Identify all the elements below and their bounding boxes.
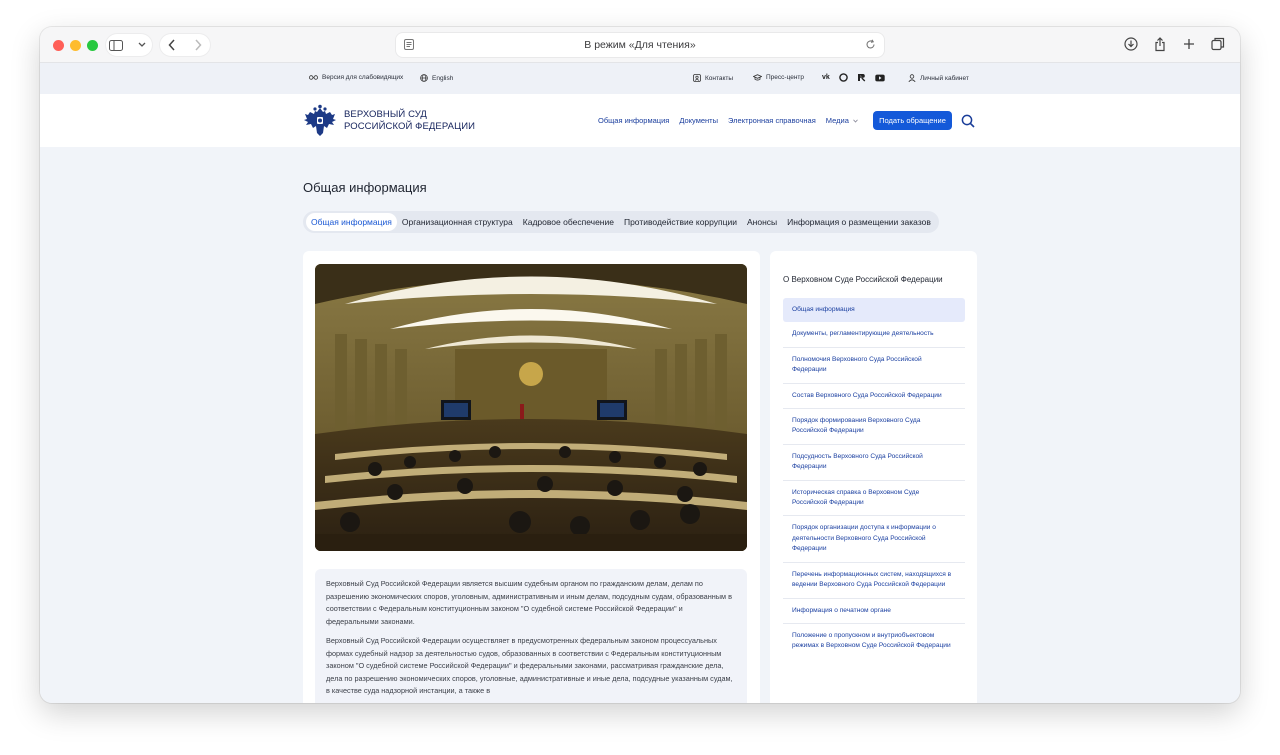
address-bar[interactable]: В режим «Для чтения» [396,33,884,57]
intro-text-box: Верховный Суд Российской Федерации являе… [315,569,747,703]
sidebar-item-powers[interactable]: Полномочия Верховного Суда Российской Фе… [783,348,965,384]
sidebar-item-access-regime[interactable]: Положение о пропускном и внутриобъектово… [783,624,965,659]
close-window-button[interactable] [53,40,64,51]
site-header: ВЕРХОВНЫЙ СУД РОССИЙСКОЙ ФЕДЕРАЦИИ Общая… [40,94,1240,147]
sidebar-item-jurisdiction[interactable]: Подсудность Верховного Суда Российской Ф… [783,445,965,481]
rutube-icon[interactable] [857,73,866,82]
logo-line-2: РОССИЙСКОЙ ФЕДЕРАЦИИ [344,121,476,132]
sidebar-item-print-organ[interactable]: Информация о печатном органе [783,599,965,624]
sidebar-item-history[interactable]: Историческая справка о Верховном Суде Ро… [783,481,965,517]
download-icon[interactable] [1123,36,1139,52]
nav-documents[interactable]: Документы [679,116,718,125]
graduation-cap-icon [753,74,762,81]
section-tabs: Общая информация Организационная структу… [303,211,939,233]
back-icon[interactable] [164,37,180,53]
browser-actions [1123,36,1226,52]
browser-toolbar: В режим «Для чтения» [40,27,1240,63]
submit-appeal-button[interactable]: Подать обращение [873,111,952,130]
accessibility-label: Версия для слабовидящих [322,74,404,81]
webpage: Версия для слабовидящих English Контакты… [40,63,1240,703]
intro-paragraph-2: Верховный Суд Российской Федерации осуще… [326,636,733,695]
sidebar-toggle-group[interactable] [106,34,152,56]
double-headed-eagle-emblem [304,104,336,136]
sidebar-item-formation[interactable]: Порядок формирования Верховного Суда Рос… [783,409,965,445]
reload-icon[interactable] [865,39,876,53]
history-nav-group [160,34,210,56]
address-text: В режим «Для чтения» [584,39,696,51]
glasses-icon [309,75,318,80]
tab-overview-icon[interactable] [1210,36,1226,52]
window-controls [53,40,98,51]
contacts-label: Контакты [705,74,734,82]
logo-line-1: ВЕРХОВНЫЙ СУД [344,109,427,120]
social-links: vk [822,73,885,82]
contacts-link[interactable]: Контакты [693,74,733,82]
sidebar-item-general-info[interactable]: Общая информация [783,298,965,323]
reader-mode-icon[interactable] [404,39,414,53]
sidebar-card: О Верховном Суде Российской Федерации Об… [770,251,977,703]
tab-anti-corruption[interactable]: Противодействие коррупции [619,213,742,231]
tab-org-structure[interactable]: Организационная структура [397,213,518,231]
language-label: English [432,74,454,82]
tab-personnel[interactable]: Кадровое обеспечение [518,213,619,231]
nav-media-label: Медиа [825,116,849,125]
nav-e-reference[interactable]: Электронная справочная [728,116,816,125]
personal-account-label: Личный кабинет [920,74,969,82]
sidebar-menu: Общая информация Документы, регламентиру… [783,298,965,659]
chevron-down-icon[interactable] [134,37,150,53]
sidebar-item-composition[interactable]: Состав Верховного Суда Российской Федера… [783,384,965,410]
utility-bar: Версия для слабовидящих English Контакты… [40,63,1240,94]
intro-paragraph-1: Верховный Суд Российской Федерации являе… [326,579,732,626]
press-center-link[interactable]: Пресс-центр [753,74,804,81]
browser-window: В режим «Для чтения» Версия для слабовид… [40,27,1240,703]
search-icon[interactable] [961,114,975,128]
content-card: Верховный Суд Российской Федерации являе… [303,251,760,703]
globe-icon [420,74,428,82]
ok-icon[interactable] [838,73,848,82]
minimize-window-button[interactable] [70,40,81,51]
accessibility-link[interactable]: Версия для слабовидящих [309,74,403,81]
share-icon[interactable] [1152,36,1168,52]
tab-general-info[interactable]: Общая информация [306,213,397,231]
sidebar-title: О Верховном Суде Российской Федерации [783,275,943,284]
site-logo[interactable]: ВЕРХОВНЫЙ СУД РОССИЙСКОЙ ФЕДЕРАЦИИ [302,103,475,139]
sidebar-item-info-systems[interactable]: Перечень информационных систем, находящи… [783,563,965,599]
logo-title: ВЕРХОВНЫЙ СУД РОССИЙСКОЙ ФЕДЕРАЦИИ [344,109,475,133]
sidebar-item-regulating-docs[interactable]: Документы, регламентирующие деятельность [783,322,965,348]
personal-account-link[interactable]: Личный кабинет [908,74,969,82]
new-tab-icon[interactable] [1181,36,1197,52]
tab-procurement[interactable]: Информация о размещении заказов [782,213,936,231]
language-link[interactable]: English [420,74,453,82]
chevron-down-icon [853,119,858,123]
youtube-icon[interactable] [875,74,885,82]
vk-icon[interactable]: vk [822,74,830,81]
sidebar-icon[interactable] [108,37,124,53]
forward-icon[interactable] [190,37,206,53]
sidebar-item-info-access[interactable]: Порядок организации доступа к информации… [783,516,965,563]
contacts-icon [693,74,701,82]
user-icon [908,74,916,82]
nav-media[interactable]: Медиа [826,116,858,125]
zoom-window-button[interactable] [87,40,98,51]
tab-announcements[interactable]: Анонсы [742,213,782,231]
press-center-label: Пресс-центр [766,74,805,81]
main-nav: Общая информация Документы Электронная с… [598,116,858,125]
nav-general-info[interactable]: Общая информация [598,116,669,125]
courtroom-photo [315,264,747,551]
page-title: Общая информация [303,180,427,195]
